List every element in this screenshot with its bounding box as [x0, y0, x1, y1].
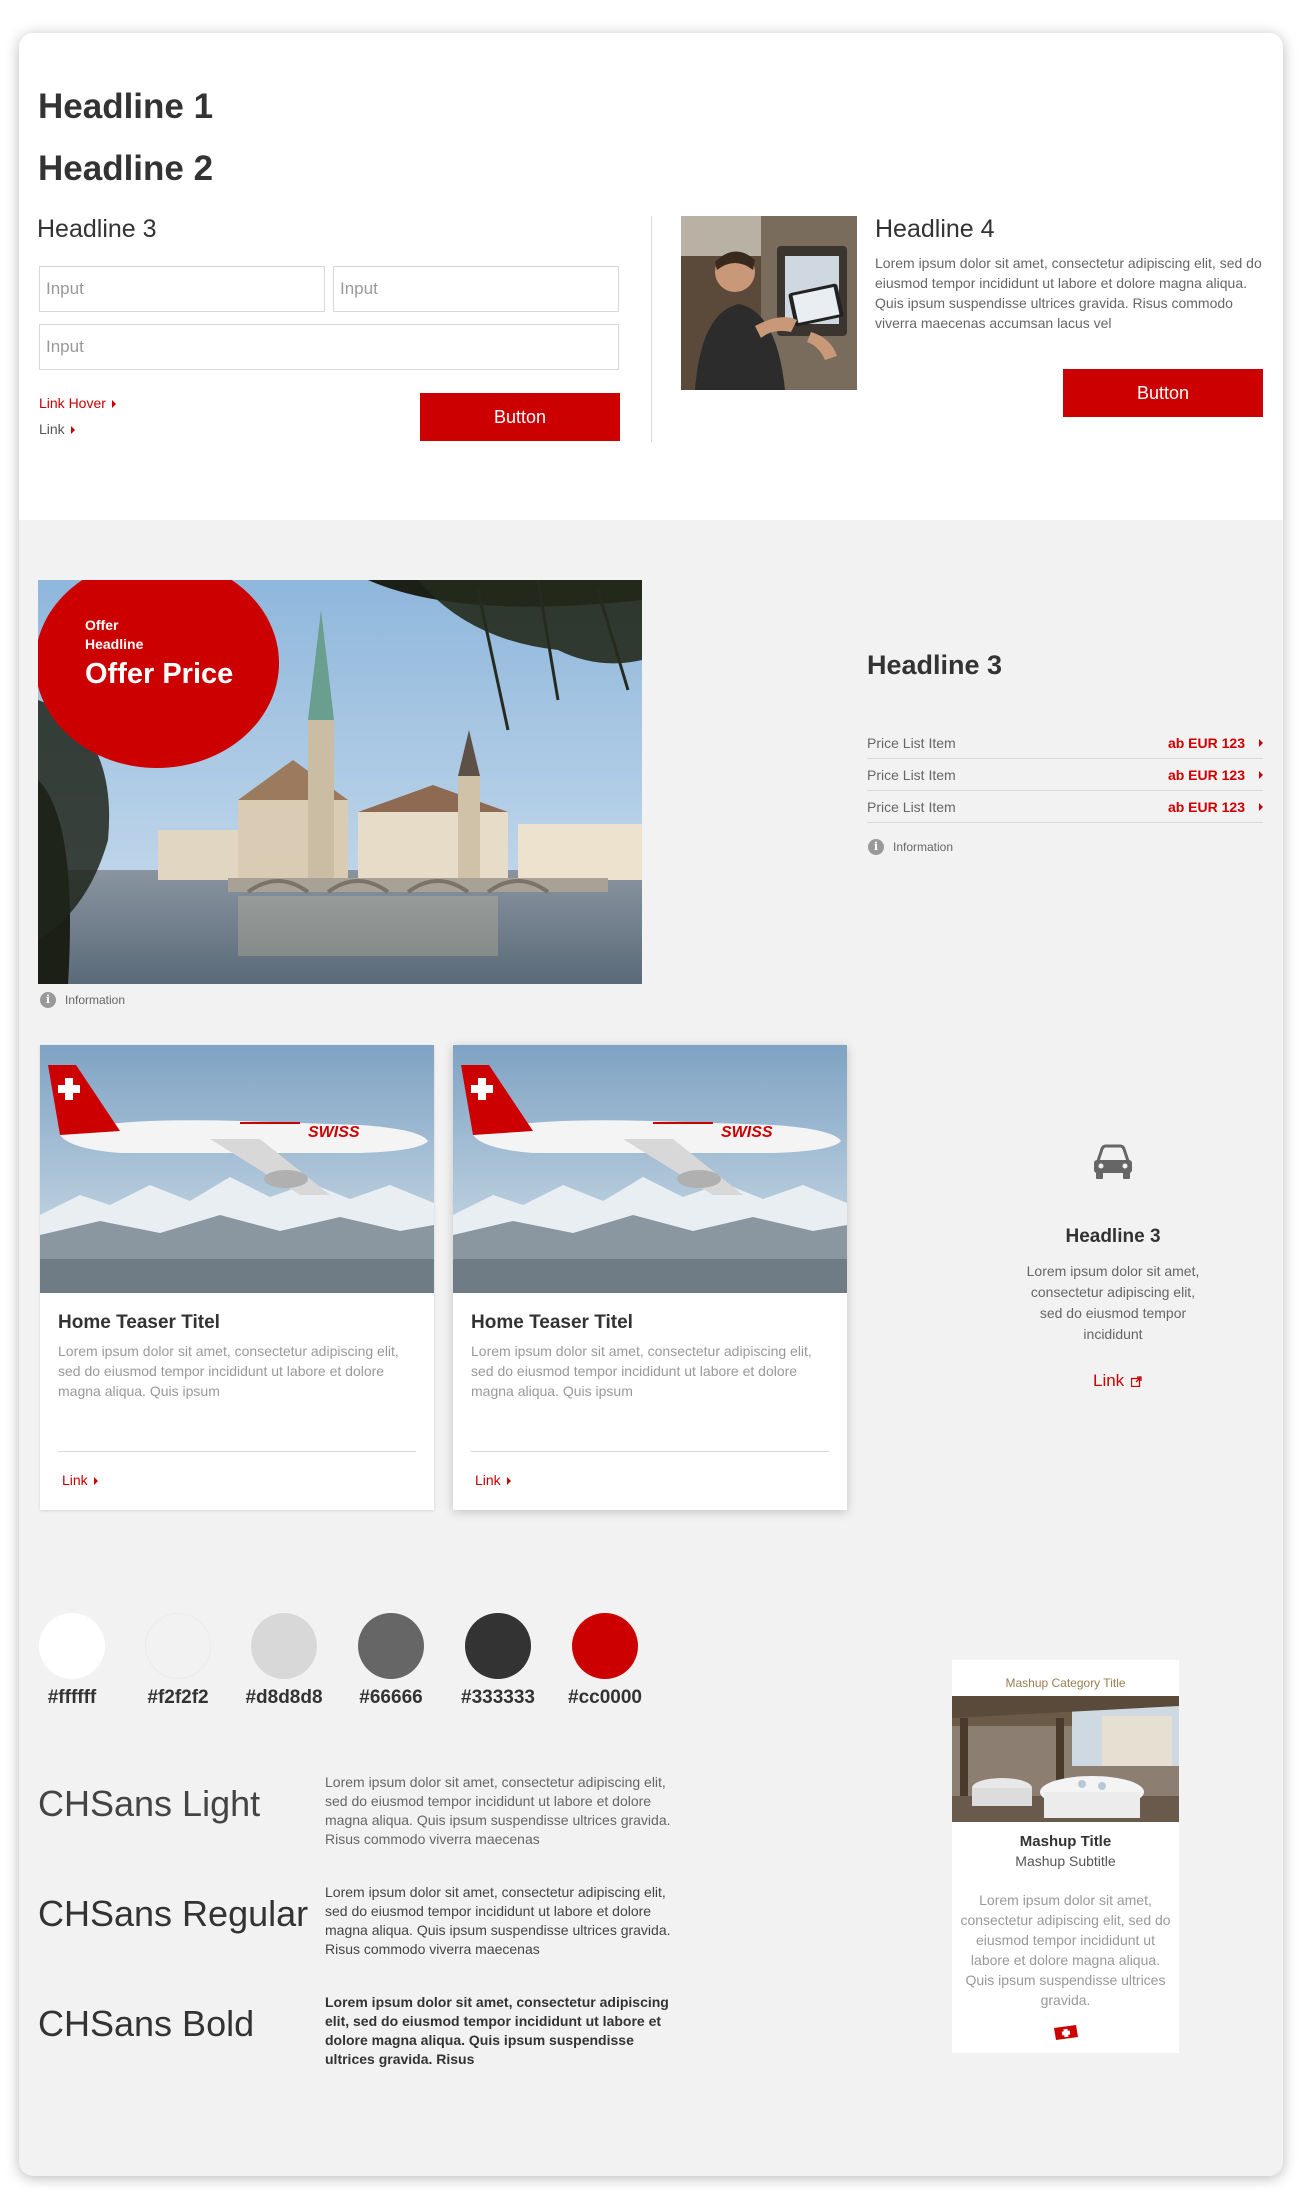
restaurant-terrace-image [952, 1696, 1179, 1822]
link-hover[interactable]: Link Hover [39, 395, 116, 411]
plane-brand: SWISS [308, 1124, 360, 1141]
color-label: #f2f2f2 [147, 1687, 209, 1708]
chevron-right-icon [93, 1477, 98, 1486]
price-list-item[interactable]: Price List Item ab EUR 123 [867, 791, 1263, 823]
icon-teaser-text: Lorem ipsum dolor sit amet, consectetur … [1026, 1263, 1200, 1342]
input-field-1[interactable] [39, 266, 325, 312]
teaser-link-label: Link [475, 1472, 501, 1488]
icon-teaser-headline: Headline 3 [1065, 1226, 1161, 1247]
chevron-right-icon [1259, 739, 1263, 747]
teaser-title: Home Teaser Titel [471, 1312, 633, 1333]
car-icon [1090, 1143, 1136, 1183]
color-swatch-light-gray [145, 1613, 211, 1679]
input-field-2[interactable] [333, 266, 619, 312]
link-label: Link [39, 421, 65, 437]
offer-image[interactable]: Offer Headline Offer Price [38, 580, 642, 984]
icon-teaser-link-label: Link [1093, 1371, 1125, 1390]
mashup-category: Mashup Category Title [1005, 1676, 1126, 1690]
price-list-information: Information [893, 840, 954, 854]
chevron-right-icon [1259, 803, 1263, 811]
info-icon: i [868, 839, 884, 855]
price-list-item[interactable]: Price List Item ab EUR 123 [867, 759, 1263, 791]
price-list-item-value: ab EUR 123 [1167, 799, 1245, 815]
airplane-image: SWISS [453, 1045, 847, 1293]
link-hover-label: Link Hover [39, 395, 106, 411]
teaser-link[interactable]: Link [475, 1472, 511, 1488]
chevron-right-icon [111, 400, 116, 409]
swiss-flag-icon [1054, 2025, 1078, 2040]
teaser-divider [58, 1451, 416, 1452]
plane-brand: SWISS [721, 1124, 773, 1141]
headline-3: Headline 3 [37, 215, 157, 243]
headline-4: Headline 4 [875, 215, 995, 243]
price-list-item-label: Price List Item [867, 799, 956, 815]
teaser-text: Lorem ipsum dolor sit amet, consectetur … [58, 1343, 399, 1399]
chevron-right-icon [1259, 771, 1263, 779]
color-swatch-white [39, 1613, 105, 1679]
font-sample-bold: Lorem ipsum dolor sit amet, consectetur … [325, 1994, 669, 2067]
font-sample-regular: Lorem ipsum dolor sit amet, consectetur … [325, 1884, 671, 1957]
color-label: #333333 [461, 1687, 535, 1708]
font-name-light: CHSans Light [38, 1783, 261, 1824]
price-list-headline: Headline 3 [867, 650, 1003, 680]
price-list-item-value: ab EUR 123 [1167, 767, 1245, 783]
secondary-button[interactable]: Button [1063, 369, 1263, 417]
teaser-title: Home Teaser Titel [58, 1312, 220, 1333]
form-section: Headline 1 Headline 2 Headline 3 Link Ho… [19, 33, 1283, 520]
primary-button[interactable]: Button [420, 393, 620, 441]
passenger-tablet-image [681, 216, 857, 390]
font-sample-light: Lorem ipsum dolor sit amet, consectetur … [325, 1774, 671, 1847]
mashup-subtitle: Mashup Subtitle [1015, 1853, 1116, 1869]
color-swatch-red [572, 1613, 638, 1679]
styleguide-frame: Headline 1 Headline 2 Headline 3 Link Ho… [19, 33, 1283, 2176]
color-swatch-dark-gray [358, 1613, 424, 1679]
offer-information: Information [65, 993, 126, 1007]
icon-teaser-link[interactable]: Link [1093, 1371, 1142, 1391]
color-swatch-gray [251, 1613, 317, 1679]
vertical-divider [651, 216, 652, 442]
info-icon: i [40, 992, 56, 1008]
chevron-right-icon [506, 1477, 511, 1486]
price-list-item-label: Price List Item [867, 735, 956, 751]
color-swatch-charcoal [465, 1613, 531, 1679]
teaser-link-label: Link [62, 1472, 88, 1488]
offer-price: Offer Price [85, 658, 234, 690]
link[interactable]: Link [39, 421, 75, 437]
headline-2: Headline 2 [38, 149, 214, 188]
color-label: #66666 [359, 1687, 423, 1708]
font-name-bold: CHSans Bold [38, 2003, 255, 2044]
mashup-title: Mashup Title [1019, 1833, 1112, 1850]
color-label: #ffffff [47, 1687, 97, 1708]
home-teaser-card[interactable]: SWISS Home Teaser Titel Lorem ipsum dolo… [453, 1045, 847, 1510]
font-name-regular: CHSans Regular [38, 1893, 309, 1934]
mashup-text: Lorem ipsum dolor sit amet, consectetur … [960, 1892, 1171, 2008]
mashup-card[interactable]: Mashup Category Title Mashup Title Mashu… [952, 1660, 1179, 2053]
teaser-link[interactable]: Link [62, 1472, 98, 1488]
price-list-item-label: Price List Item [867, 767, 956, 783]
teaser-divider [471, 1451, 829, 1452]
external-link-icon [1130, 1376, 1142, 1388]
chevron-right-icon [70, 426, 75, 435]
price-list-item[interactable]: Price List Item ab EUR 123 [867, 727, 1263, 759]
offer-label: Offer Headline [85, 617, 144, 652]
input-field-3[interactable] [39, 324, 619, 370]
color-label: #d8d8d8 [245, 1687, 323, 1708]
teaser-text: Lorem ipsum dolor sit amet, consectetur … [471, 1343, 812, 1399]
airplane-image: SWISS [40, 1045, 434, 1293]
headline-1: Headline 1 [38, 87, 214, 126]
home-teaser-card[interactable]: SWISS Home Teaser Titel Lorem ipsum dolo… [40, 1045, 434, 1510]
headline-4-text: Lorem ipsum dolor sit amet, consectetur … [875, 255, 1262, 331]
price-list-item-value: ab EUR 123 [1167, 735, 1245, 751]
color-label: #cc0000 [568, 1687, 642, 1708]
